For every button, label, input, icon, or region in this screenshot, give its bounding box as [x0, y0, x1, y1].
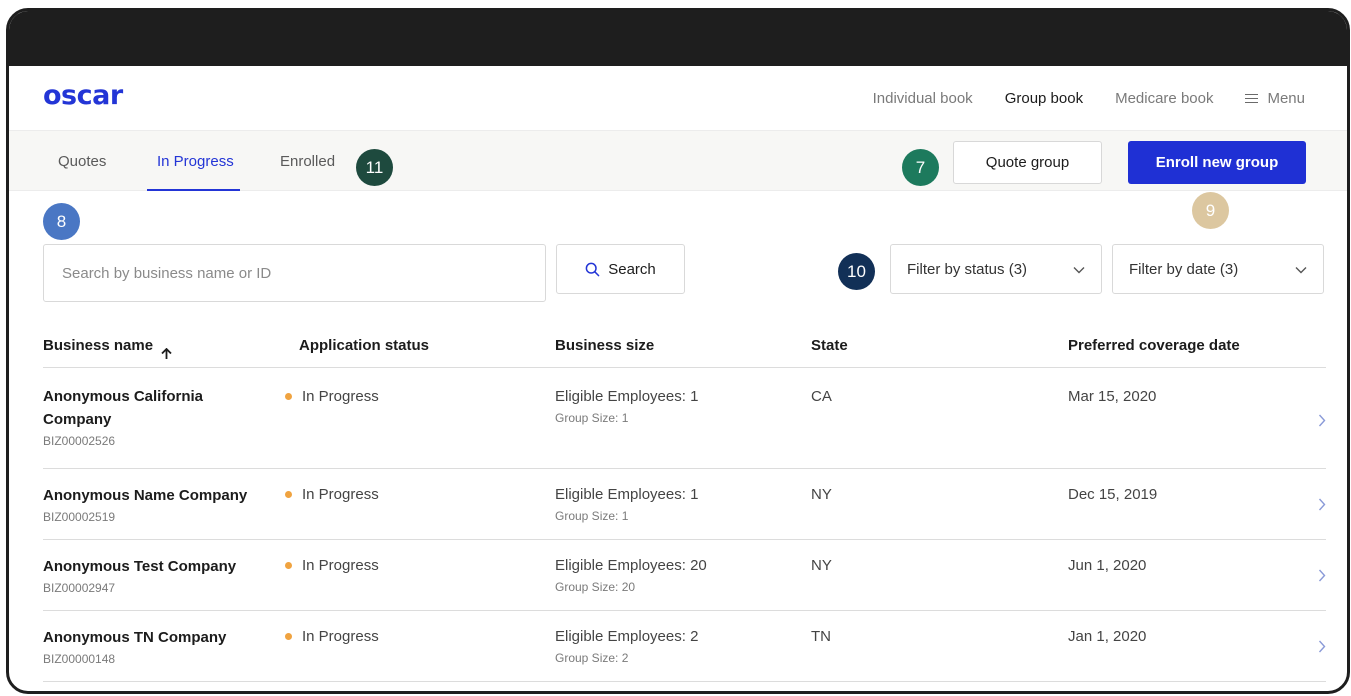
business-name: Anonymous Name Company: [43, 487, 248, 504]
coverage-date: Mar 15, 2020: [1068, 388, 1157, 405]
tab-in-progress[interactable]: In Progress: [157, 153, 234, 170]
quote-group-button[interactable]: Quote group: [953, 141, 1102, 184]
eligible-employees: Eligible Employees: 1: [555, 388, 699, 405]
hamburger-menu-icon: [1245, 93, 1259, 104]
table-header: Business name Application status Busines…: [43, 327, 1326, 368]
chevron-down-icon: [1073, 261, 1085, 278]
menu-label: Menu: [1267, 90, 1305, 107]
state: TN: [811, 628, 831, 645]
filter-status-label: Filter by status (3): [907, 260, 1028, 278]
coverage-date: Jan 1, 2020: [1068, 628, 1147, 645]
search-field: [43, 244, 546, 302]
nav-group-book[interactable]: Group book: [1005, 90, 1083, 107]
filter-date-label: Filter by date (3): [1129, 260, 1239, 278]
chevron-down-icon: [1295, 261, 1307, 278]
filter-by-status-dropdown[interactable]: Filter by status (3): [890, 244, 1102, 294]
business-id: BIZ00002947: [43, 581, 116, 595]
application-status: In Progress: [285, 557, 379, 574]
column-application-status[interactable]: Application status: [299, 337, 429, 354]
status-dot: [285, 393, 292, 400]
coverage-date: Jun 1, 2020: [1068, 557, 1147, 574]
state: CA: [811, 388, 832, 405]
annotation-badge-11: 11: [356, 149, 393, 186]
business-cell: Anonymous Test Company BIZ00002947: [43, 555, 236, 595]
business-name: Anonymous Test Company: [43, 558, 237, 575]
column-preferred-coverage-date[interactable]: Preferred coverage date: [1068, 337, 1240, 354]
state: NY: [811, 557, 832, 574]
annotation-badge-10: 10: [838, 253, 875, 290]
active-tab-underline: [147, 189, 240, 191]
business-id: BIZ00002519: [43, 510, 116, 524]
eligible-employees: Eligible Employees: 1: [555, 486, 699, 503]
column-state[interactable]: State: [811, 337, 848, 354]
table-row[interactable]: Anonymous TN Company BIZ00000148 In Prog…: [43, 611, 1326, 682]
search-button-label: Search: [608, 260, 656, 278]
annotation-badge-9: 9: [1192, 192, 1229, 229]
annotation-badge-8: 8: [43, 203, 80, 240]
enroll-new-group-button[interactable]: Enroll new group: [1128, 141, 1306, 184]
chevron-right-icon[interactable]: [1318, 640, 1326, 658]
table-row[interactable]: Anonymous Name Company BIZ00002519 In Pr…: [43, 469, 1326, 540]
tab-enrolled[interactable]: Enrolled: [280, 153, 335, 170]
chevron-right-icon[interactable]: [1318, 414, 1326, 432]
column-business-name[interactable]: Business name: [43, 337, 172, 359]
nav-medicare-book[interactable]: Medicare book: [1115, 90, 1213, 107]
business-id: BIZ00002526: [43, 434, 116, 448]
filter-by-date-dropdown[interactable]: Filter by date (3): [1112, 244, 1324, 294]
status-label: In Progress: [302, 486, 379, 503]
status-dot: [285, 491, 292, 498]
search-input[interactable]: [44, 245, 545, 301]
device-frame: oscar Individual book Group book Medicar…: [6, 8, 1350, 694]
oscar-logo[interactable]: oscar: [43, 80, 123, 111]
application-status: In Progress: [285, 486, 379, 503]
business-size: Eligible Employees: 1 Group Size: 1: [555, 486, 698, 523]
column-business-name-label: Business name: [43, 337, 154, 354]
search-icon: [585, 262, 600, 277]
tab-quotes[interactable]: Quotes: [58, 153, 106, 170]
nav-individual-book[interactable]: Individual book: [873, 90, 973, 107]
column-business-size[interactable]: Business size: [555, 337, 654, 354]
business-size: Eligible Employees: 2 Group Size: 2: [555, 628, 698, 665]
menu-button[interactable]: Menu: [1245, 90, 1305, 107]
status-label: In Progress: [302, 557, 379, 574]
top-nav: Individual book Group book Medicare book…: [873, 90, 1305, 107]
business-name: Anonymous TN Company: [43, 629, 227, 646]
application-status: In Progress: [285, 628, 379, 645]
business-name-line1: Anonymous California: [43, 388, 204, 405]
eligible-employees: Eligible Employees: 2: [555, 628, 699, 645]
search-button[interactable]: Search: [556, 244, 685, 294]
annotation-badge-7: 7: [902, 149, 939, 186]
status-label: In Progress: [302, 388, 379, 405]
arrow-up-icon: [161, 347, 172, 364]
business-cell: Anonymous TN Company BIZ00000148: [43, 626, 226, 666]
coverage-date: Dec 15, 2019: [1068, 486, 1158, 503]
group-size: Group Size: 2: [555, 651, 629, 665]
status-label: In Progress: [302, 628, 379, 645]
window-top-bar: [9, 11, 1347, 66]
eligible-employees: Eligible Employees: 20: [555, 557, 707, 574]
business-id: BIZ00000148: [43, 652, 116, 666]
state: NY: [811, 486, 832, 503]
business-size: Eligible Employees: 1 Group Size: 1: [555, 388, 698, 425]
business-table: Business name Application status Busines…: [43, 327, 1326, 682]
chevron-right-icon[interactable]: [1318, 569, 1326, 587]
business-name-line2: Company: [43, 411, 112, 428]
status-dot: [285, 562, 292, 569]
group-size: Group Size: 20: [555, 580, 636, 594]
sub-nav-bar: Quotes In Progress Enrolled Quote group …: [9, 130, 1347, 191]
group-size: Group Size: 1: [555, 509, 629, 523]
status-dot: [285, 633, 292, 640]
group-size: Group Size: 1: [555, 411, 629, 425]
business-cell: Anonymous California Company BIZ00002526: [43, 385, 203, 448]
business-size: Eligible Employees: 20 Group Size: 20: [555, 557, 707, 594]
table-row[interactable]: Anonymous Test Company BIZ00002947 In Pr…: [43, 540, 1326, 611]
app-header: oscar Individual book Group book Medicar…: [9, 66, 1347, 130]
chevron-right-icon[interactable]: [1318, 498, 1326, 516]
application-status: In Progress: [285, 388, 379, 405]
business-cell: Anonymous Name Company BIZ00002519: [43, 484, 247, 524]
table-row[interactable]: Anonymous California Company BIZ00002526 …: [43, 368, 1326, 469]
business-name: Anonymous California Company: [43, 385, 203, 431]
